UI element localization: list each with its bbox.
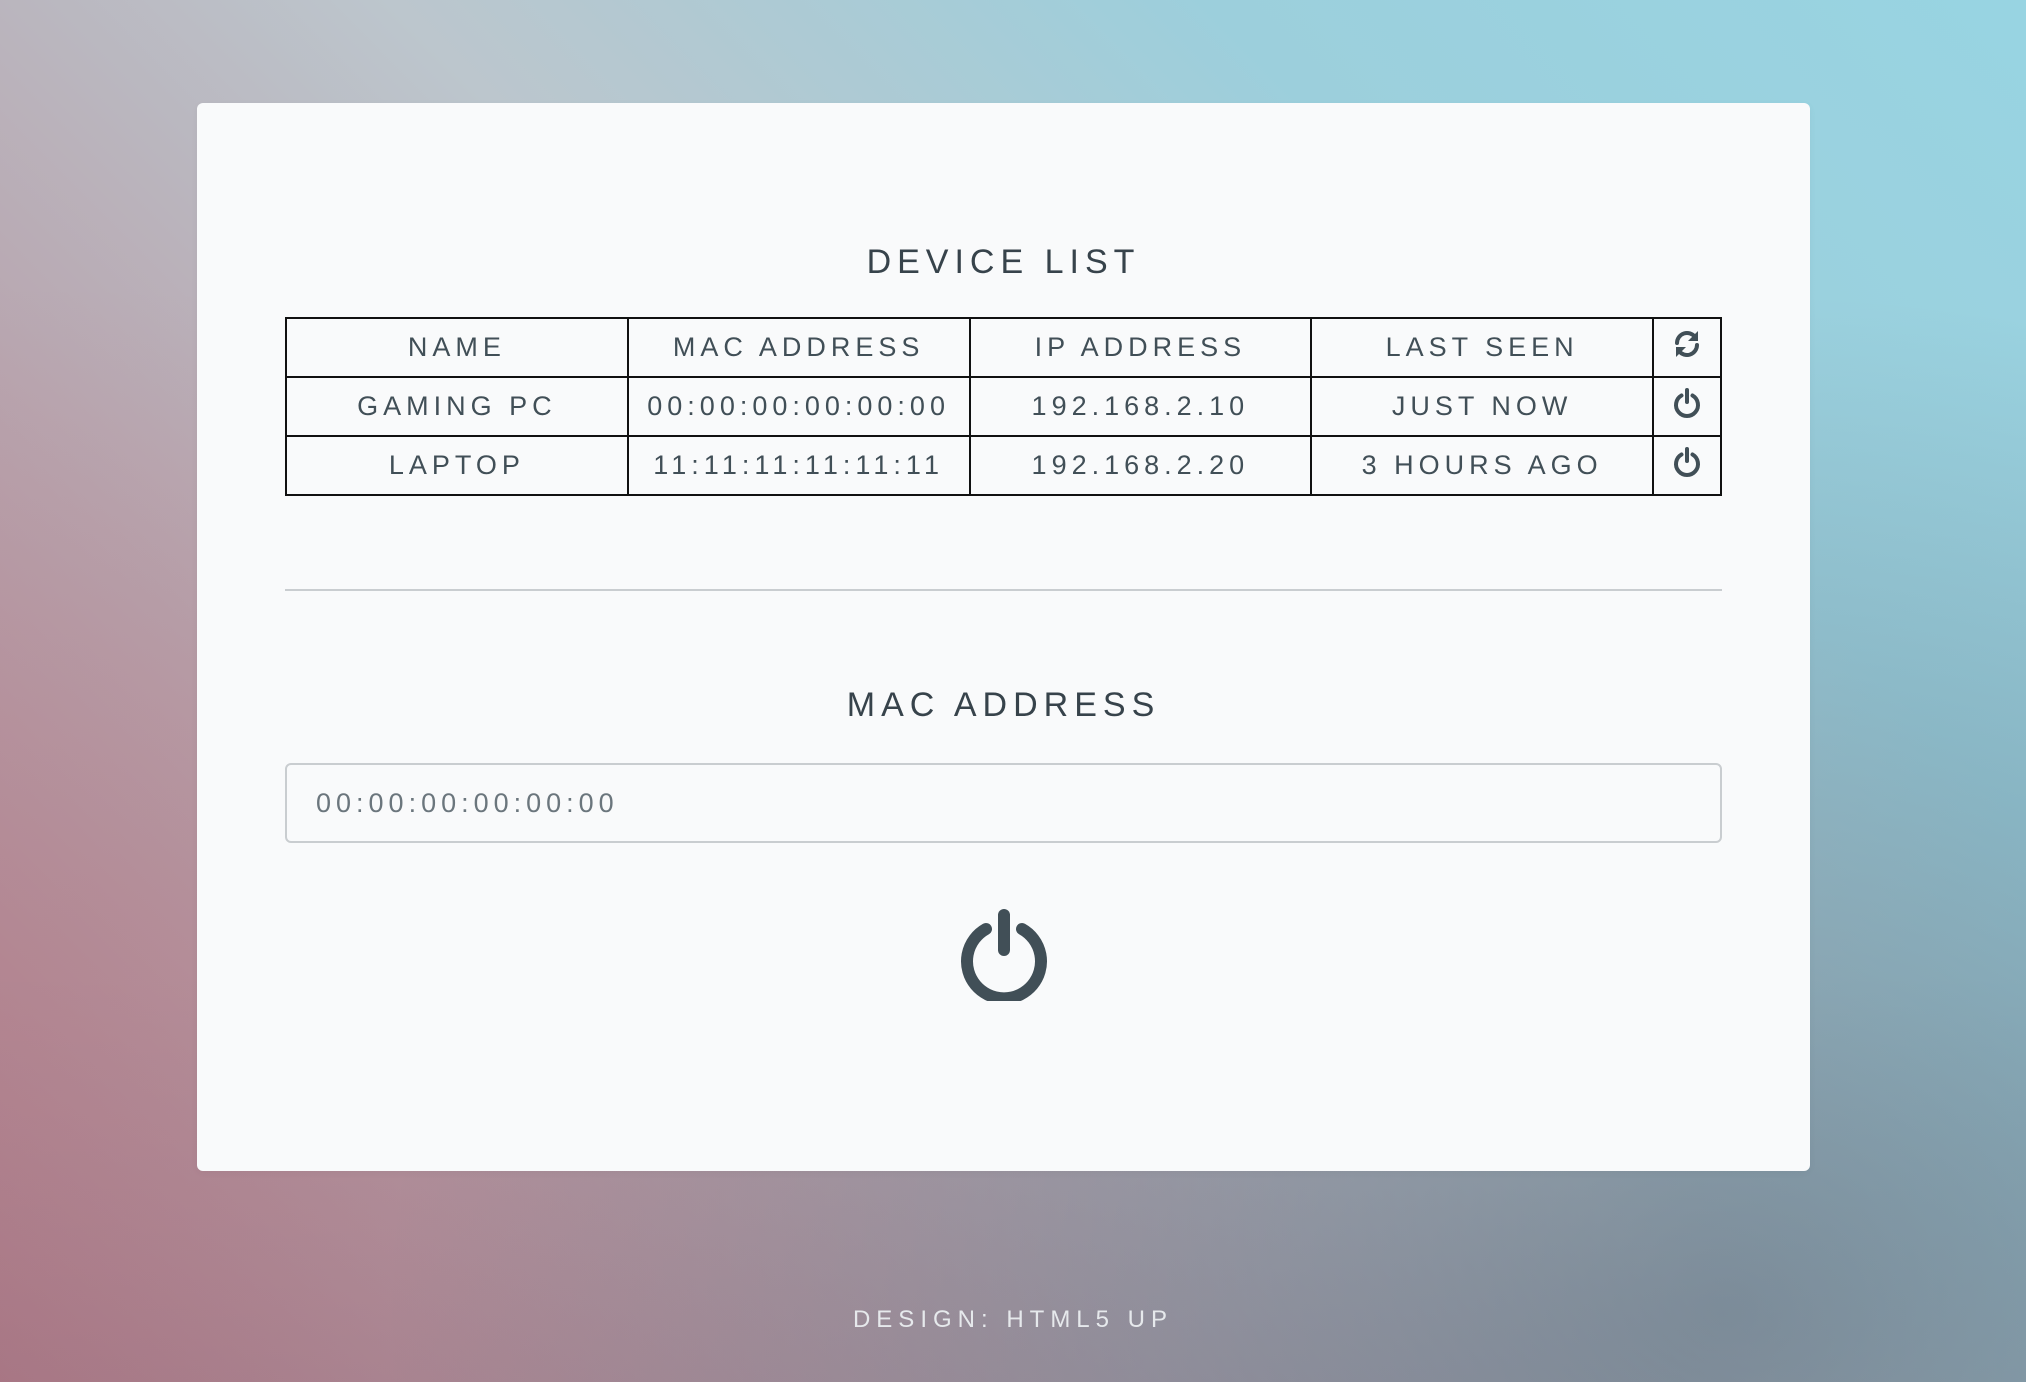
table-header-row: NAME MAC ADDRESS IP ADDRESS LAST SEEN (285, 317, 1722, 378)
device-ip: 192.168.2.10 (968, 376, 1313, 437)
power-icon[interactable] (1671, 446, 1703, 478)
column-header-ip: IP ADDRESS (968, 317, 1313, 378)
device-list-title: DEVICE LIST (866, 243, 1141, 281)
table-row: GAMING PC 00:00:00:00:00:00 192.168.2.10… (285, 376, 1722, 437)
wake-cell (1652, 376, 1722, 437)
device-name: GAMING PC (285, 376, 629, 437)
table-row: LAPTOP 11:11:11:11:11:11 192.168.2.20 3 … (285, 435, 1722, 496)
wake-cell (1652, 435, 1722, 496)
device-table: NAME MAC ADDRESS IP ADDRESS LAST SEEN GA… (285, 317, 1722, 496)
refresh-icon[interactable] (1671, 328, 1703, 360)
column-header-mac: MAC ADDRESS (626, 317, 971, 378)
refresh-cell (1652, 317, 1722, 378)
device-name: LAPTOP (285, 435, 629, 496)
device-mac: 00:00:00:00:00:00 (626, 376, 971, 437)
wake-button[interactable] (955, 903, 1053, 1005)
column-header-name: NAME (285, 317, 629, 378)
mac-address-input[interactable] (285, 763, 1722, 843)
section-divider (285, 589, 1722, 591)
device-mac: 11:11:11:11:11:11 (626, 435, 971, 496)
device-ip: 192.168.2.20 (968, 435, 1313, 496)
main-panel: DEVICE LIST NAME MAC ADDRESS IP ADDRESS … (197, 103, 1810, 1171)
power-icon (961, 909, 1047, 1005)
device-last-seen: JUST NOW (1310, 376, 1654, 437)
device-last-seen: 3 HOURS AGO (1310, 435, 1654, 496)
column-header-last-seen: LAST SEEN (1310, 317, 1654, 378)
mac-address-title: MAC ADDRESS (846, 686, 1161, 724)
footer-credit: DESIGN: HTML5 UP (852, 1306, 1174, 1333)
power-icon[interactable] (1671, 387, 1703, 419)
